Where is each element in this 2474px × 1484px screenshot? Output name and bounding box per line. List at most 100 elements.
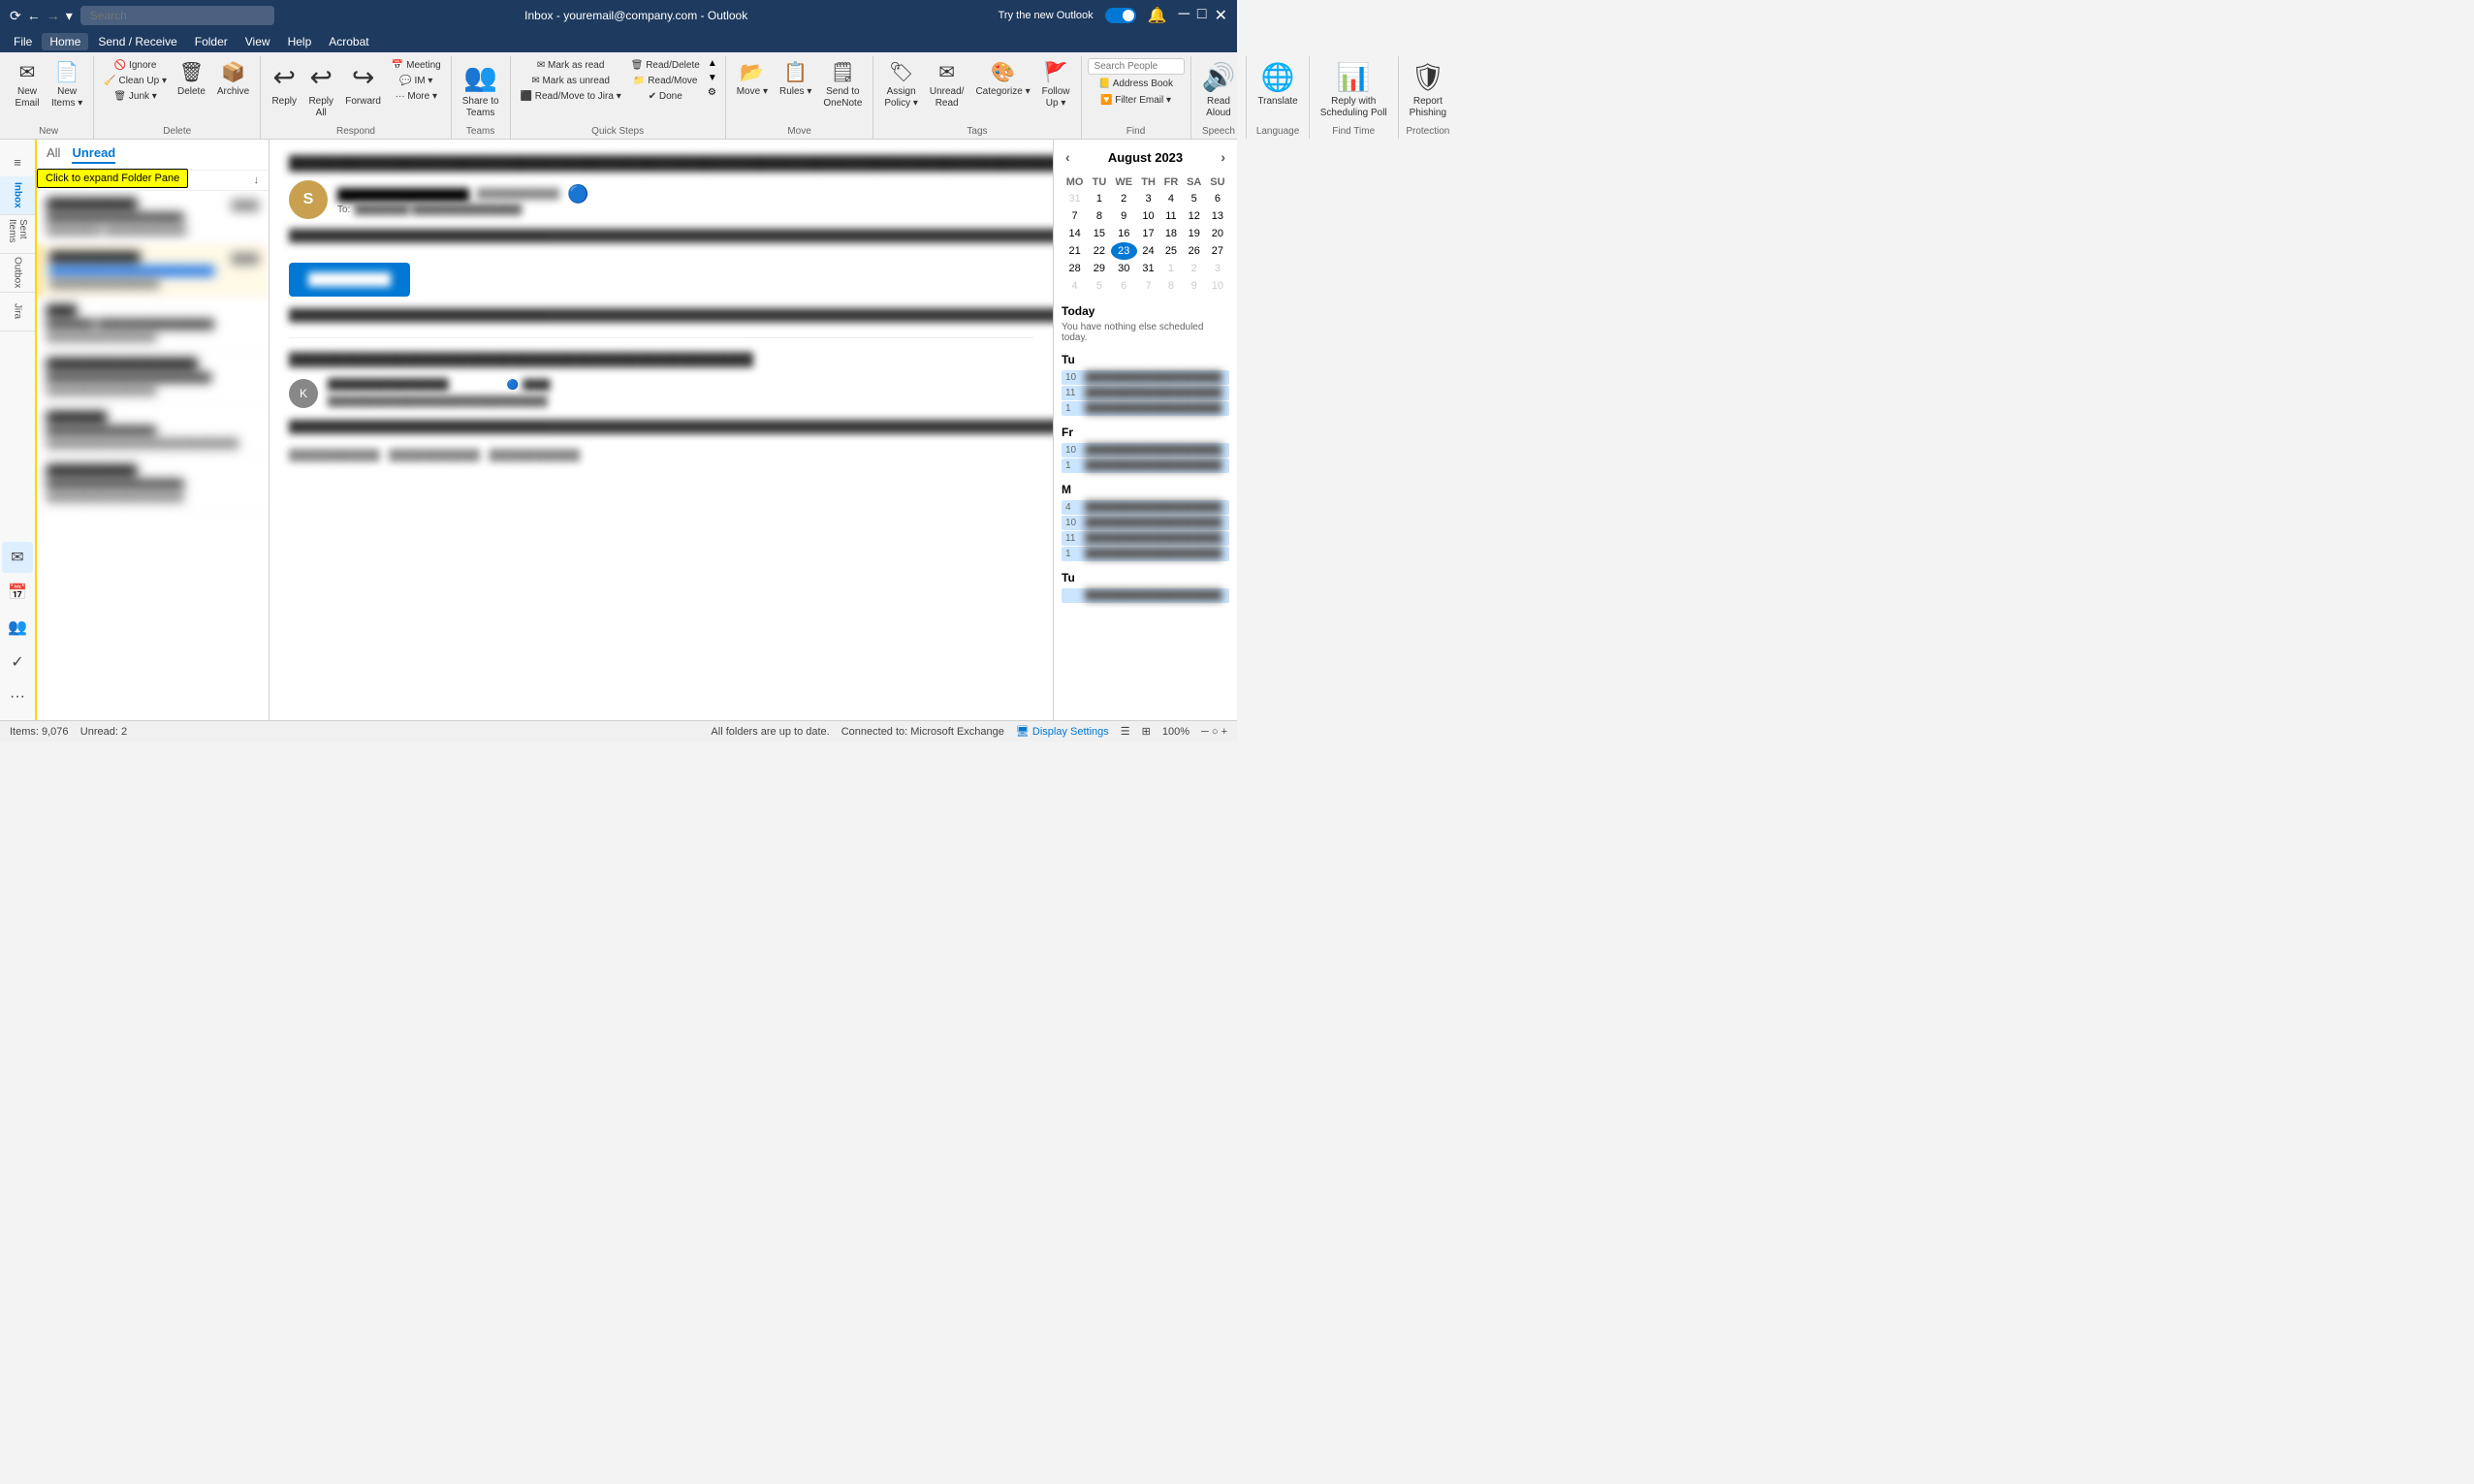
done-button[interactable]: ✔ Done	[627, 89, 704, 104]
cal-event-tu-3[interactable]: 1 ████████████████████	[1062, 401, 1229, 416]
calendar-day-cell[interactable]: 7	[1137, 277, 1159, 295]
calendar-day-cell[interactable]: 4	[1062, 277, 1088, 295]
cal-event-m-4[interactable]: 1 ████████████████████	[1062, 547, 1229, 561]
calendar-day-cell[interactable]: 3	[1137, 190, 1159, 207]
mail-nav-button[interactable]: ✉	[2, 542, 33, 573]
mark-as-unread-button[interactable]: ✉ Mark as unread	[517, 74, 625, 88]
calendar-day-cell[interactable]: 15	[1088, 225, 1110, 242]
archive-button[interactable]: 📦 Archive	[212, 58, 254, 101]
calendar-day-cell[interactable]: 6	[1111, 277, 1137, 295]
cal-event-tu2-1[interactable]: ████████████████████	[1062, 588, 1229, 603]
im-button[interactable]: 💬 IM ▾	[388, 74, 445, 88]
menu-view[interactable]: View	[238, 33, 278, 50]
back-icon[interactable]: ←	[27, 8, 41, 24]
quick-steps-down-icon[interactable]: ▼	[708, 73, 717, 83]
share-teams-button[interactable]: 👥 Share toTeams	[458, 58, 504, 122]
reply-scheduling-poll-button[interactable]: 📊 Reply withScheduling Poll	[1316, 58, 1392, 122]
unread-read-button[interactable]: ✉ Unread/Read	[925, 58, 969, 112]
calendar-day-cell[interactable]: 9	[1111, 207, 1137, 225]
forward-nav-icon[interactable]: →	[47, 8, 60, 24]
cal-event-m-2[interactable]: 10 ████████████████████	[1062, 516, 1229, 530]
email-item-5[interactable]: ████████ ████████████████ ██████████████…	[37, 404, 269, 458]
filter-sort-icon[interactable]: ↓	[254, 174, 260, 186]
ignore-button[interactable]: 🚫 Ignore	[100, 58, 171, 73]
calendar-day-cell[interactable]: 21	[1062, 242, 1088, 260]
calendar-day-cell[interactable]: 2	[1111, 190, 1137, 207]
people-nav-button[interactable]: 👥	[2, 612, 33, 643]
menu-acrobat[interactable]: Acrobat	[321, 33, 376, 50]
calendar-prev-button[interactable]: ‹	[1062, 147, 1074, 167]
calendar-day-cell[interactable]: 10	[1137, 207, 1159, 225]
calendar-nav-button[interactable]: 📅	[2, 577, 33, 608]
cal-event-m-3[interactable]: 11 ████████████████████	[1062, 531, 1229, 546]
assign-policy-button[interactable]: 🏷 AssignPolicy ▾	[879, 58, 922, 112]
tab-all[interactable]: All	[47, 145, 60, 164]
report-phishing-button[interactable]: 🛡 ReportPhishing	[1405, 58, 1451, 122]
cta-button[interactable]: ██████████	[289, 263, 410, 297]
minimize-button[interactable]: ─	[1179, 6, 1189, 25]
calendar-day-cell[interactable]: 30	[1111, 260, 1137, 277]
menu-folder[interactable]: Folder	[187, 33, 236, 50]
filter-email-button[interactable]: 🔽 Filter Email ▾	[1088, 93, 1185, 108]
menu-send-receive[interactable]: Send / Receive	[90, 33, 184, 50]
translate-button[interactable]: 🌐 Translate	[1253, 58, 1302, 111]
read-move-button[interactable]: 📁 Read/Move	[627, 74, 704, 88]
cal-event-fr-1[interactable]: 10 ████████████████████	[1062, 443, 1229, 458]
calendar-day-cell[interactable]: 8	[1159, 277, 1182, 295]
read-aloud-button[interactable]: 🔊 ReadAloud	[1197, 58, 1241, 122]
send-onenote-button[interactable]: 🗒 Send toOneNote	[818, 58, 867, 112]
calendar-day-cell[interactable]: 1	[1088, 190, 1110, 207]
new-outlook-toggle[interactable]	[1105, 8, 1136, 23]
calendar-day-cell[interactable]: 24	[1137, 242, 1159, 260]
calendar-day-cell[interactable]: 26	[1183, 242, 1206, 260]
folder-pane-tooltip[interactable]: Click to expand Folder Pane	[37, 169, 188, 188]
tab-unread[interactable]: Unread	[72, 145, 115, 164]
meeting-button[interactable]: 📅 Meeting	[388, 58, 445, 73]
calendar-day-cell[interactable]: 20	[1206, 225, 1229, 242]
calendar-day-cell[interactable]: 6	[1206, 190, 1229, 207]
calendar-day-cell[interactable]: 13	[1206, 207, 1229, 225]
calendar-day-cell[interactable]: 5	[1088, 277, 1110, 295]
outbox-pane-item[interactable]: Outbox	[0, 254, 35, 293]
email-item-6[interactable]: ████████████ ████████████████████ ██████…	[37, 458, 269, 511]
title-bar-search-input[interactable]	[80, 6, 274, 25]
calendar-day-cell[interactable]: 9	[1183, 277, 1206, 295]
forward-button[interactable]: ↪ Forward	[340, 58, 386, 111]
tasks-nav-button[interactable]: ✓	[2, 647, 33, 678]
junk-button[interactable]: 🗑 Junk ▾	[100, 89, 171, 104]
calendar-day-cell[interactable]: 1	[1159, 260, 1182, 277]
calendar-day-cell[interactable]: 25	[1159, 242, 1182, 260]
calendar-day-cell[interactable]: 2	[1183, 260, 1206, 277]
jira-pane-item[interactable]: Jira	[0, 293, 35, 332]
menu-help[interactable]: Help	[280, 33, 320, 50]
calendar-day-cell[interactable]: 3	[1206, 260, 1229, 277]
inbox-pane-item[interactable]: Inbox	[0, 176, 35, 215]
mark-as-read-button[interactable]: ✉ Mark as read	[517, 58, 625, 73]
email-item-3[interactable]: ████ ███████ █████████████████ █████████…	[37, 298, 269, 351]
follow-up-button[interactable]: 🚩 FollowUp ▾	[1037, 58, 1075, 112]
rules-button[interactable]: 📋 Rules ▾	[775, 58, 816, 101]
view-mode-icon-2[interactable]: ⊞	[1142, 725, 1151, 738]
address-book-button[interactable]: 📒 Address Book	[1088, 77, 1185, 91]
calendar-day-cell[interactable]: 10	[1206, 277, 1229, 295]
restore-button[interactable]: □	[1197, 6, 1207, 25]
refresh-icon[interactable]: ⟳	[10, 8, 21, 24]
cal-event-fr-2[interactable]: 1 ████████████████████	[1062, 458, 1229, 473]
search-people-input[interactable]	[1088, 58, 1185, 75]
reply-all-button[interactable]: ↩ ReplyAll	[303, 58, 338, 122]
calendar-day-cell[interactable]: 22	[1088, 242, 1110, 260]
cal-event-tu-2[interactable]: 11 ████████████████████	[1062, 386, 1229, 400]
calendar-day-cell[interactable]: 23	[1111, 242, 1137, 260]
calendar-day-cell[interactable]: 11	[1159, 207, 1182, 225]
categorize-button[interactable]: 🎨 Categorize ▾	[970, 58, 1034, 101]
email-item-1[interactable]: ████████████ ████ ████████████████████ █…	[37, 191, 269, 244]
read-delete-button[interactable]: 🗑 Read/Delete	[627, 58, 704, 73]
calendar-day-cell[interactable]: 12	[1183, 207, 1206, 225]
quick-steps-settings-icon[interactable]: ⚙	[708, 87, 717, 98]
email-item-4[interactable]: ████████████████████ ███████████████████…	[37, 351, 269, 404]
menu-file[interactable]: File	[6, 33, 40, 50]
menu-home[interactable]: Home	[42, 33, 88, 50]
calendar-day-cell[interactable]: 8	[1088, 207, 1110, 225]
calendar-day-cell[interactable]: 7	[1062, 207, 1088, 225]
calendar-day-cell[interactable]: 16	[1111, 225, 1137, 242]
